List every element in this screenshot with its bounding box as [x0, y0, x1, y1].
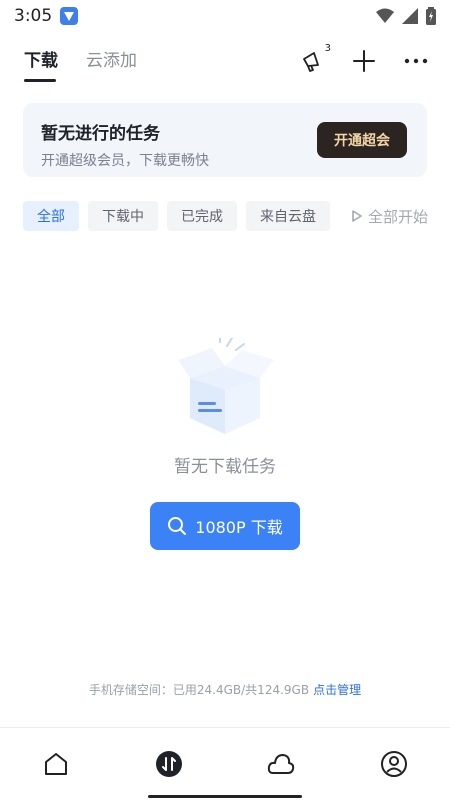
status-time: 3:05 — [14, 6, 53, 26]
add-button[interactable] — [350, 47, 378, 75]
notification-count: 3 — [324, 43, 331, 54]
nav-home[interactable] — [32, 740, 80, 788]
wifi-icon — [376, 8, 394, 23]
filter-all[interactable]: 全部 — [23, 201, 79, 231]
top-actions: 3 — [298, 43, 430, 78]
filter-downloading[interactable]: 下载中 — [88, 201, 158, 231]
home-icon — [45, 753, 68, 775]
nav-transfer[interactable] — [145, 740, 193, 788]
plus-icon — [353, 50, 375, 72]
download-1080p-button[interactable]: 1080P 下载 — [150, 502, 300, 550]
status-right — [376, 7, 436, 25]
tab-download[interactable]: 下载 — [24, 44, 58, 82]
download-1080p-label: 1080P 下载 — [195, 518, 283, 537]
notification-button[interactable]: 3 — [298, 43, 331, 75]
play-icon — [352, 210, 362, 222]
profile-icon — [380, 751, 407, 777]
empty-box-illustration — [178, 338, 274, 434]
transfer-icon — [155, 751, 182, 777]
filter-row: 全部 下载中 已完成 来自云盘 全部开始 — [23, 201, 428, 231]
open-vip-button[interactable]: 开通超会 — [317, 122, 407, 158]
filter-from-cloud[interactable]: 来自云盘 — [246, 201, 330, 231]
empty-state-message: 暂无下载任务 — [174, 457, 276, 477]
storage-info: 手机存储空间：已用24.4GB/共124.9GB 点击管理 — [0, 681, 450, 698]
signal-icon — [402, 8, 418, 24]
filter-completed[interactable]: 已完成 — [167, 201, 237, 231]
app-notification-icon — [60, 7, 79, 25]
more-icon — [404, 58, 428, 64]
nav-cloud[interactable] — [257, 740, 305, 788]
home-indicator — [148, 795, 302, 798]
vip-banner: 暂无进行的任务 开通超级会员，下载更畅快 开通超会 — [23, 103, 427, 177]
storage-text: 手机存储空间：已用24.4GB/共124.9GB — [88, 683, 310, 697]
search-icon — [168, 517, 187, 535]
bottom-nav — [0, 727, 450, 800]
status-bar: 3:05 — [0, 0, 450, 32]
manage-storage-link[interactable]: 点击管理 — [313, 683, 361, 697]
nav-profile[interactable] — [370, 740, 418, 788]
more-button[interactable] — [402, 47, 430, 75]
start-all-label: 全部开始 — [367, 207, 428, 226]
top-tabs: 下载 云添加 — [24, 44, 137, 84]
cloud-icon — [268, 754, 295, 774]
start-all-button[interactable]: 全部开始 — [352, 206, 428, 227]
tab-cloud-add[interactable]: 云添加 — [86, 44, 137, 78]
battery-icon — [426, 7, 436, 25]
megaphone-icon — [303, 52, 319, 72]
